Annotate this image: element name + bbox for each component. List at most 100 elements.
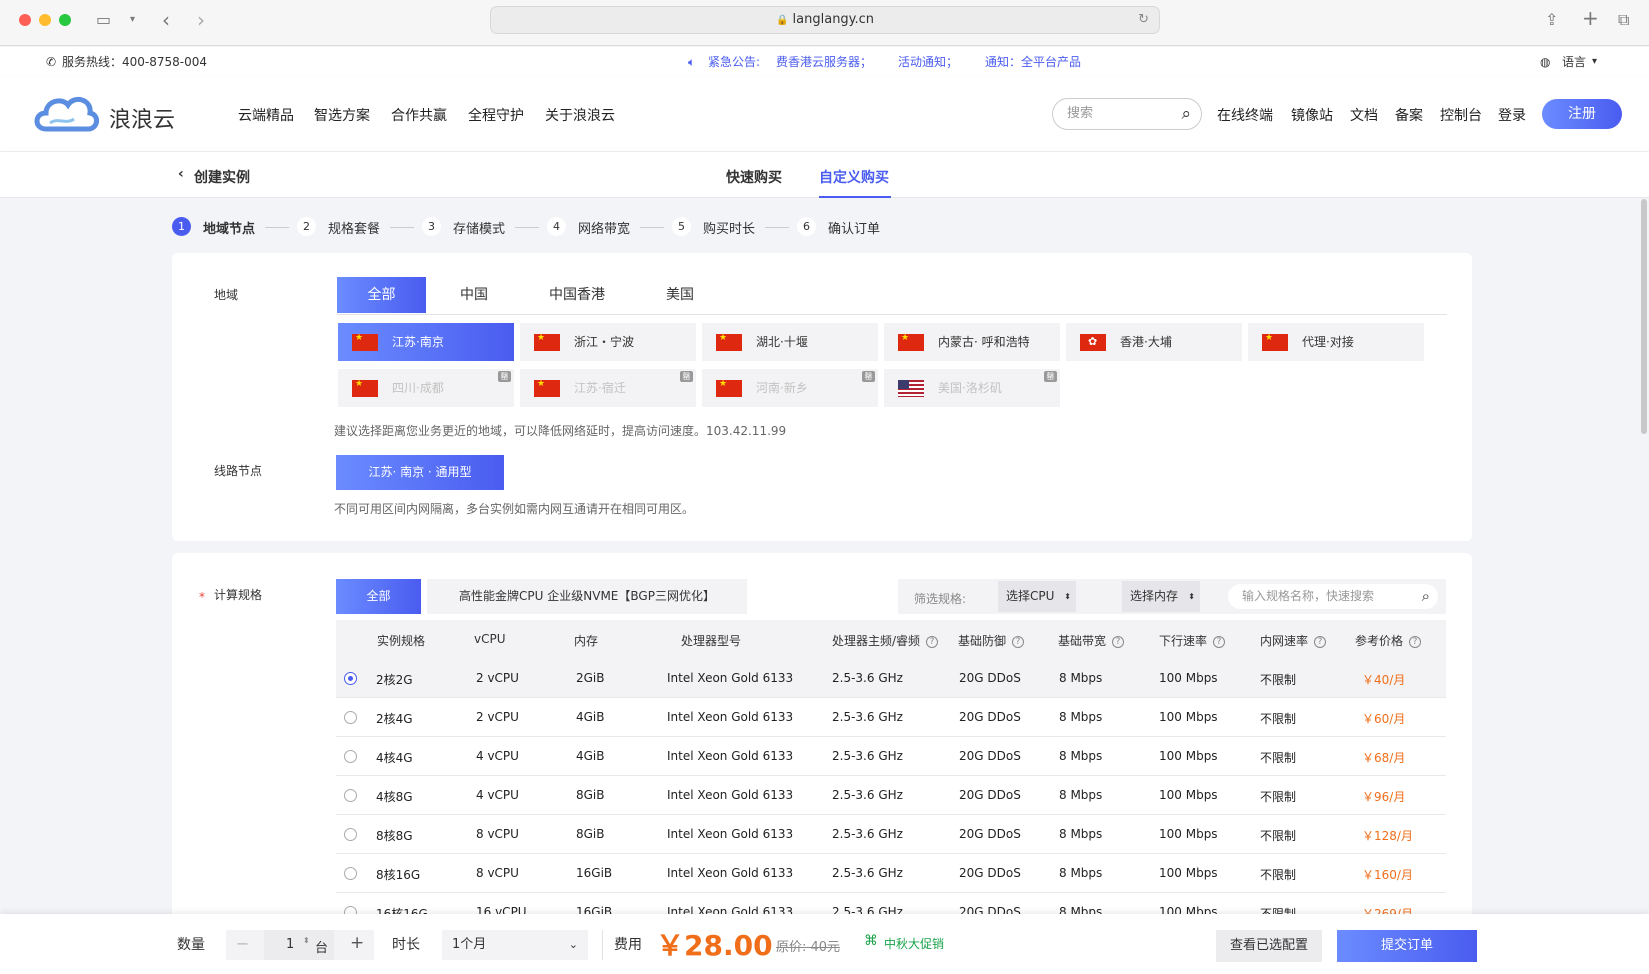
quantity-input[interactable]: 1 (286, 937, 294, 952)
close-window-button[interactable] (19, 14, 31, 26)
language-selector[interactable]: 语言 (1562, 47, 1586, 77)
back-arrow-icon[interactable]: ‹ (162, 10, 170, 30)
quantity-label: 数量 (177, 937, 205, 953)
row-radio[interactable] (344, 750, 357, 763)
tab-spec-group[interactable]: 高性能金牌CPU 企业级NVME【BGP三网优化】 (427, 579, 747, 614)
row-radio[interactable] (344, 867, 357, 880)
submit-order-button[interactable]: 提交订单 (1337, 930, 1477, 962)
page-scrollbar[interactable] (1641, 199, 1647, 434)
help-icon[interactable]: ? (1213, 636, 1226, 648)
row-radio[interactable] (344, 828, 357, 841)
minimize-window-button[interactable] (39, 14, 51, 26)
tab-spec-all[interactable]: 全部 (336, 579, 421, 614)
cell-spec: 2核4G (376, 712, 413, 726)
step-label[interactable]: 规格套餐 (328, 218, 380, 237)
tab-custom-buy[interactable]: 自定义购买 (819, 167, 889, 187)
back-link[interactable]: 创建实例 (194, 167, 250, 187)
cloud-logo-icon[interactable] (32, 91, 100, 135)
tab-quick-buy[interactable]: 快速购买 (726, 167, 782, 187)
help-icon[interactable]: ? (1314, 636, 1327, 648)
sidebar-toggle-icon[interactable]: ▭ (96, 10, 111, 30)
col-header-with-help: 基础防御? (958, 632, 1025, 649)
view-config-button[interactable]: 查看已选配置 (1216, 930, 1322, 962)
search-input[interactable]: 搜索 ⌕ (1052, 98, 1202, 130)
tab-region-china[interactable]: 中国 (430, 277, 518, 313)
chevron-down-icon[interactable]: ▾ (130, 10, 135, 30)
announce-link-3[interactable]: 通知：全平台产品 (985, 47, 1081, 77)
link-online-terminal[interactable]: 在线终端 (1217, 105, 1273, 125)
nav-item-solutions[interactable]: 智选方案 (314, 105, 370, 125)
decrement-button[interactable]: − (236, 934, 249, 953)
step-label[interactable]: 确认订单 (828, 218, 880, 237)
memory-select[interactable]: 选择内存 ⬍ (1122, 581, 1200, 612)
back-chevron-icon[interactable]: ‹ (178, 166, 184, 182)
nav-item-partners[interactable]: 合作共赢 (391, 105, 447, 125)
tab-region-all[interactable]: 全部 (337, 277, 426, 313)
purchase-tabs-bar: ‹ 创建实例 快速购买 自定义购买 (0, 152, 1649, 198)
logo-text[interactable]: 浪浪云 (109, 102, 175, 134)
table-row[interactable]: 4核8G 4 vCPU 8GiB Intel Xeon Gold 6133 2.… (336, 776, 1446, 815)
promo-text[interactable]: 中秋大促销 (884, 935, 944, 952)
table-row[interactable]: 2核2G 2 vCPU 2GiB Intel Xeon Gold 6133 2.… (336, 659, 1446, 698)
step-label[interactable]: 购买时长 (703, 218, 755, 237)
step-label[interactable]: 存储模式 (453, 218, 505, 237)
nav-item-protection[interactable]: 全程守护 (468, 105, 524, 125)
forward-arrow-icon[interactable]: › (197, 10, 205, 30)
row-radio[interactable] (344, 711, 357, 724)
cell-mem: 2GiB (576, 671, 605, 685)
reload-icon[interactable]: ↻ (1138, 7, 1149, 33)
region-option[interactable]: 代理·对接 (1248, 323, 1424, 361)
share-icon[interactable]: ⇪ (1545, 10, 1558, 30)
link-login[interactable]: 登录 (1498, 105, 1526, 125)
region-label: 地域 (214, 288, 239, 302)
col-header: 下行速率 (1159, 634, 1208, 648)
spin-icon[interactable]: ⬍ (303, 936, 310, 945)
spec-search-input[interactable]: 输入规格名称，快速搜索 ⌕ (1228, 584, 1438, 609)
region-option[interactable]: 江苏·南京 (338, 323, 514, 361)
new-tab-icon[interactable]: + (1582, 8, 1599, 28)
register-button[interactable]: 注册 (1542, 99, 1622, 129)
address-bar[interactable]: 🔒 langlangy.cn ↻ (490, 6, 1160, 34)
table-row[interactable]: 2核4G 2 vCPU 4GiB Intel Xeon Gold 6133 2.… (336, 698, 1446, 737)
help-icon[interactable]: ? (926, 636, 939, 648)
col-header: 内存 (574, 634, 599, 648)
cpu-select[interactable]: 选择CPU ⬍ (998, 581, 1076, 612)
help-icon[interactable]: ? (1409, 636, 1422, 648)
table-row[interactable]: 4核4G 4 vCPU 4GiB Intel Xeon Gold 6133 2.… (336, 737, 1446, 776)
link-mirror[interactable]: 镜像站 (1291, 105, 1333, 125)
table-row[interactable]: 8核16G 8 vCPU 16GiB Intel Xeon Gold 6133 … (336, 854, 1446, 893)
link-icp[interactable]: 备案 (1395, 105, 1423, 125)
region-option[interactable]: 浙江・宁波 (520, 323, 696, 361)
increment-button[interactable]: + (350, 933, 364, 953)
cell-lan: 不限制 (1260, 712, 1297, 726)
search-icon[interactable]: ⌕ (1422, 584, 1430, 609)
help-icon[interactable]: ? (1112, 636, 1125, 648)
search-icon[interactable]: ⌕ (1181, 99, 1191, 129)
region-option[interactable]: 内蒙古· 呼和浩特 (884, 323, 1060, 361)
col-header: 实例规格 (377, 634, 426, 648)
tabs-overview-icon[interactable]: ⧉ (1618, 10, 1629, 30)
cell-ddos: 20G DDoS (959, 749, 1021, 763)
step-label[interactable]: 网络带宽 (578, 218, 630, 237)
nav-item-about[interactable]: 关于浪浪云 (545, 105, 615, 125)
nav-item-cloud-products[interactable]: 云端精品 (238, 105, 294, 125)
zoom-window-button[interactable] (59, 14, 71, 26)
link-console[interactable]: 控制台 (1440, 105, 1482, 125)
link-docs[interactable]: 文档 (1350, 105, 1378, 125)
row-radio[interactable] (344, 672, 357, 685)
line-node-option[interactable]: 江苏· 南京 · 通用型 (336, 455, 504, 490)
help-icon[interactable]: ? (1012, 636, 1025, 648)
step-label[interactable]: 地域节点 (203, 218, 255, 237)
tab-region-us[interactable]: 美国 (636, 277, 724, 313)
region-option[interactable]: 湖北·十堰 (702, 323, 878, 361)
row-radio[interactable] (344, 789, 357, 802)
tab-region-hk[interactable]: 中国香港 (530, 277, 624, 313)
table-row[interactable]: 8核8G 8 vCPU 8GiB Intel Xeon Gold 6133 2.… (336, 815, 1446, 854)
cell-downlink: 100 Mbps (1159, 866, 1218, 880)
announce-link-1[interactable]: 费香港云服务器； (776, 47, 872, 77)
announce-link-2[interactable]: 活动通知； (898, 47, 958, 77)
step-number: 3 (422, 217, 441, 236)
duration-select[interactable]: 1个月 ⌄ (442, 930, 588, 960)
region-option[interactable]: 香港·大埔 (1066, 323, 1242, 361)
col-header: 处理器型号 (681, 634, 742, 648)
